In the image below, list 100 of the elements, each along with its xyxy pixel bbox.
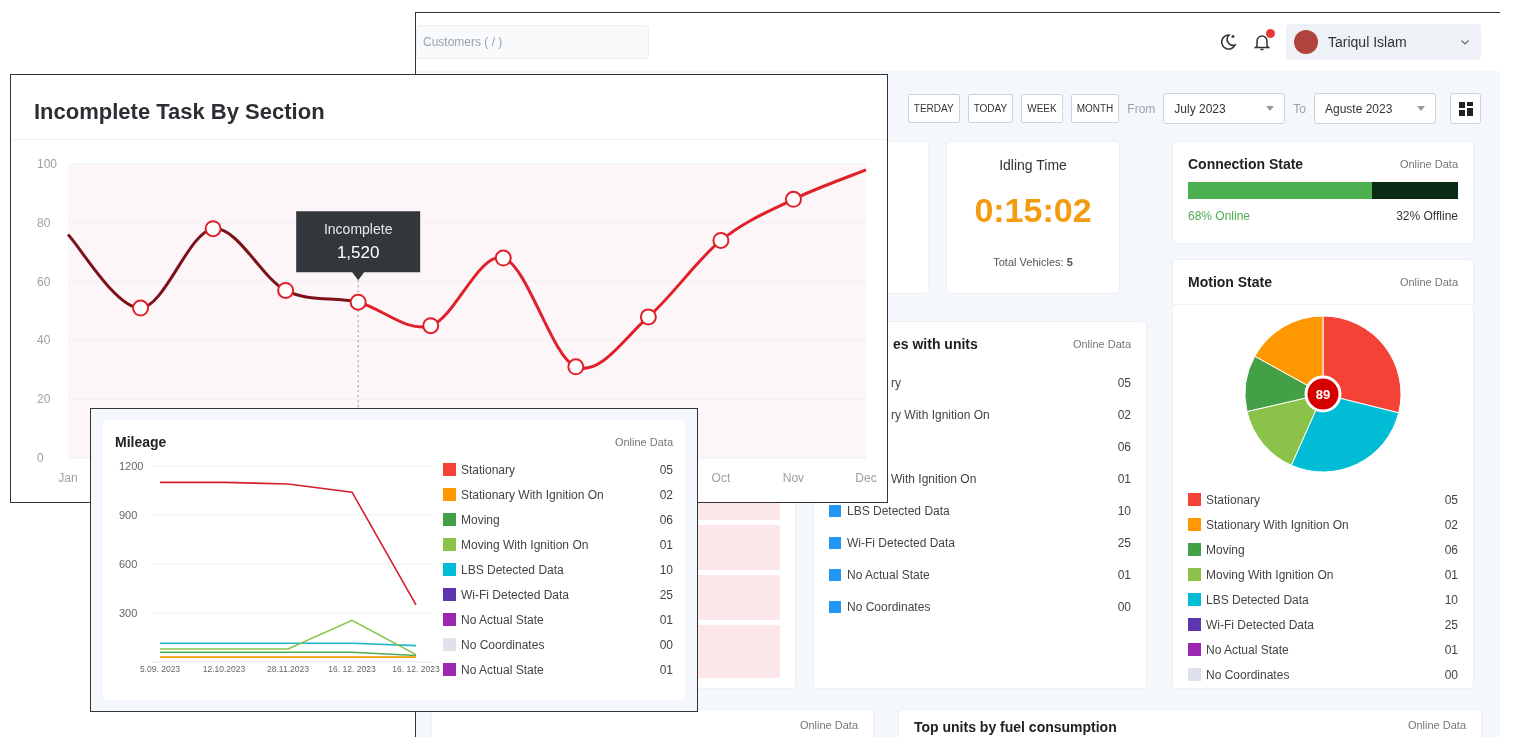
x-tick-label: 12.10.2023 [202, 664, 246, 674]
legend-label: No Coordinates [1206, 667, 1290, 682]
legend-swatch [829, 505, 841, 517]
offline-text: 32% Offline [1396, 209, 1458, 223]
legend-value: 01 [659, 612, 673, 627]
legend-value: 10 [1444, 592, 1458, 607]
legend-value: 05 [1444, 492, 1458, 507]
card-title: Connection State [1188, 156, 1304, 172]
search-field[interactable]: Customers ( / ) [416, 25, 649, 59]
y-tick-label: 0 [37, 451, 44, 465]
legend-value: 01 [1117, 472, 1131, 486]
legend-label: Stationary With Ignition On [1206, 517, 1349, 532]
range-button[interactable]: TODAY [967, 94, 1014, 123]
legend-label: Moving With Ignition On [461, 537, 589, 552]
y-tick-label: 60 [37, 274, 51, 289]
x-tick-label: 28.11.2023 [267, 664, 309, 674]
from-select[interactable]: July 2023 [1163, 93, 1286, 124]
data-point [567, 358, 585, 376]
legend-label: LBS Detected Data [847, 504, 950, 518]
bell-icon[interactable] [1252, 32, 1272, 52]
to-select[interactable]: Aguste 2023 [1314, 93, 1436, 124]
card-title: Incomplete Task By Section [11, 75, 887, 140]
from-label: From [1127, 101, 1156, 116]
legend-value: 01 [659, 537, 673, 552]
y-tick-label: 1200 [119, 460, 144, 472]
legend-value: 00 [659, 637, 673, 652]
legend-label: No Actual State [1206, 642, 1289, 657]
caret-icon [1266, 106, 1275, 111]
total-vehicles-text: Total Vehicles: 5 [993, 256, 1073, 268]
legend-label: Wi-Fi Detected Data [847, 536, 956, 550]
chevron-icon [1461, 39, 1469, 45]
card-title: Mileage [115, 434, 167, 450]
data-point [132, 299, 150, 317]
x-tick-label: 5.09. 2023 [139, 664, 181, 674]
y-tick-label: 600 [119, 558, 138, 570]
legend-label: LBS Detected Data [461, 562, 564, 577]
y-tick-label: 20 [37, 392, 51, 407]
legend-value: 01 [659, 662, 673, 677]
legend-value: 10 [659, 562, 673, 577]
legend-value: 06 [659, 512, 673, 527]
legend-label: No Actual State [461, 662, 544, 677]
online-text: 68% Online [1188, 209, 1251, 223]
legend-label: Wi-Fi Detected Data [461, 587, 570, 602]
x-tick-label: 16. 12. 2023 [328, 664, 376, 674]
legend-label: With Ignition On [891, 472, 977, 486]
card-subtitle: Online Data [1072, 338, 1131, 350]
card-subtitle: Online Data [614, 436, 673, 448]
legend-swatch [829, 537, 841, 549]
x-tick-label: 16. 12. 2023 [392, 664, 440, 674]
user-menu[interactable]: Tariqul Islam [1286, 24, 1481, 60]
data-point [277, 281, 295, 299]
legend-value: 05 [659, 462, 673, 477]
tooltip-title: Incomplete [323, 221, 393, 238]
layout-button[interactable] [1450, 93, 1481, 124]
legend-label: No Coordinates [461, 637, 545, 652]
legend-label: Moving [1206, 542, 1245, 557]
legend-value: 00 [1444, 667, 1458, 682]
legend-value: 25 [1444, 617, 1458, 632]
card-title: Top units by fuel consumption [914, 719, 1117, 735]
legend-value: 02 [1444, 517, 1458, 532]
data-point [349, 293, 367, 311]
legend-value: 00 [1117, 600, 1131, 614]
range-button[interactable]: TERDAY [907, 94, 960, 123]
legend-label: No Actual State [461, 612, 544, 627]
legend-label: Stationary With Ignition On [461, 487, 604, 502]
legend-label: ry [891, 376, 901, 390]
legend-swatch [829, 569, 841, 581]
range-button[interactable]: WEEK [1021, 94, 1063, 123]
range-button[interactable]: MONTH [1070, 94, 1120, 123]
card-title: es with units [892, 336, 978, 352]
data-point [422, 317, 440, 335]
legend-value: 10 [1117, 504, 1131, 518]
y-tick-label: 900 [119, 509, 138, 521]
y-tick-label: 40 [37, 333, 51, 348]
legend-label: No Coordinates [847, 600, 931, 614]
caret-icon [1417, 106, 1425, 111]
grid-icon [1458, 101, 1473, 116]
y-tick-label: 80 [37, 215, 51, 230]
card-subtitle: Online Data [1399, 158, 1458, 170]
data-point [784, 190, 802, 208]
moon-icon[interactable] [1218, 32, 1238, 52]
avatar-icon [1294, 30, 1318, 54]
legend-value: 02 [1117, 408, 1131, 422]
tooltip-value: 1,520 [336, 243, 380, 263]
data-point [639, 308, 657, 326]
card-subtitle: Online Data [1407, 719, 1466, 731]
card-subtitle: Online Data [799, 719, 858, 731]
legend-value: 01 [1117, 568, 1131, 582]
legend-value: 01 [1444, 567, 1458, 582]
data-point [204, 220, 222, 238]
x-tick-label: Nov [782, 471, 805, 485]
legend-label: ry With Ignition On [891, 408, 990, 422]
card-subtitle: Online Data [1399, 276, 1458, 288]
legend-value: 25 [1117, 536, 1131, 550]
legend-label: Moving [461, 512, 500, 527]
idling-time-value: 0:15:02 [974, 191, 1092, 230]
x-tick-label: Jan [58, 471, 78, 485]
to-label: To [1293, 101, 1306, 116]
legend-value: 25 [659, 587, 673, 602]
legend-value: 05 [1117, 376, 1131, 390]
